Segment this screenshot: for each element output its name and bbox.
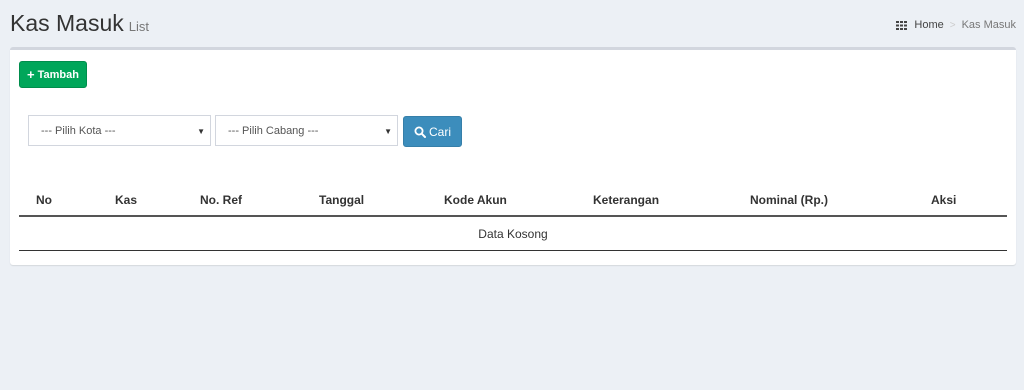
content-header: Kas Masuk List Home > Kas Masuk (0, 0, 1024, 48)
table-header: No Kas No. Ref Tanggal Kode Akun Keteran… (19, 183, 1007, 217)
page-title-text: Kas Masuk (10, 10, 124, 36)
search-button[interactable]: Cari (403, 116, 462, 147)
kota-select-value: --- Pilih Kota --- (41, 124, 116, 137)
breadcrumb-current: Kas Masuk (961, 19, 1016, 31)
breadcrumb-separator: > (949, 19, 956, 31)
column-header-nominal: Nominal (Rp.) (750, 193, 828, 207)
add-button-label: Tambah (37, 68, 79, 81)
content-box: + Tambah --- Pilih Kota --- ▼ --- Pilih … (10, 47, 1016, 265)
caret-down-icon: ▼ (197, 127, 205, 136)
column-header-no-ref: No. Ref (200, 193, 242, 207)
dashboard-grid-icon (896, 20, 908, 30)
table-body: Data Kosong (19, 217, 1007, 251)
add-button[interactable]: + Tambah (19, 61, 87, 88)
breadcrumb-home-link[interactable]: Home (914, 19, 943, 31)
column-header-keterangan: Keterangan (593, 193, 660, 207)
plus-icon: + (27, 67, 35, 82)
caret-down-icon: ▼ (384, 127, 392, 136)
page-subtitle: List (128, 19, 149, 34)
column-header-kode-akun: Kode Akun (444, 193, 507, 207)
column-header-kas: Kas (115, 193, 138, 207)
empty-table-message: Data Kosong (478, 227, 548, 241)
column-header-tanggal: Tanggal (319, 193, 365, 207)
cabang-select-value: --- Pilih Cabang --- (228, 124, 319, 137)
search-button-label: Cari (428, 124, 451, 139)
column-header-aksi: Aksi (931, 193, 957, 207)
column-header-no: No (36, 193, 52, 207)
kota-select[interactable]: --- Pilih Kota --- ▼ (28, 115, 211, 146)
search-icon (414, 126, 426, 138)
breadcrumb: Home > Kas Masuk (896, 19, 1016, 31)
cabang-select[interactable]: --- Pilih Cabang --- ▼ (215, 115, 398, 146)
page-title: Kas Masuk List (10, 10, 149, 37)
